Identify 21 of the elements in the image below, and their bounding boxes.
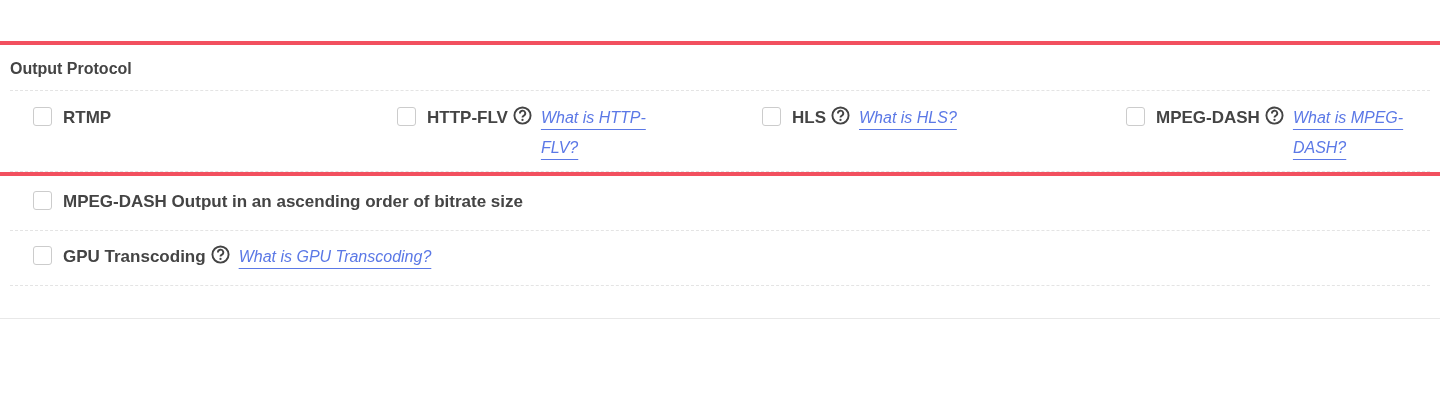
help-icon[interactable] bbox=[1264, 106, 1284, 125]
checkbox[interactable] bbox=[762, 107, 781, 126]
checkbox[interactable] bbox=[33, 107, 52, 126]
help-link[interactable]: What is GPU Transcoding? bbox=[235, 237, 436, 277]
checkbox[interactable] bbox=[1126, 107, 1145, 126]
option-label: MPEG-DASH Output in an ascending order of bitrate size bbox=[63, 192, 523, 211]
option-label: RTMP bbox=[63, 108, 112, 127]
help-icon[interactable] bbox=[512, 106, 532, 125]
checkbox[interactable] bbox=[33, 191, 52, 210]
help-link[interactable]: What is MPEG-DASH? bbox=[1289, 103, 1417, 163]
help-link[interactable]: What is HTTP-FLV? bbox=[537, 103, 665, 163]
checkbox[interactable] bbox=[33, 246, 52, 265]
section-title: Output Protocol bbox=[10, 45, 1430, 91]
checkbox[interactable] bbox=[397, 107, 416, 126]
help-link[interactable]: What is HLS? bbox=[856, 103, 961, 133]
help-icon[interactable] bbox=[831, 106, 850, 125]
option-label: HLS bbox=[792, 108, 826, 127]
help-icon[interactable] bbox=[210, 245, 230, 264]
option-label: HTTP-FLV bbox=[427, 108, 508, 127]
option-label: GPU Transcoding bbox=[63, 247, 206, 266]
option-label: MPEG-DASH bbox=[1156, 108, 1260, 127]
